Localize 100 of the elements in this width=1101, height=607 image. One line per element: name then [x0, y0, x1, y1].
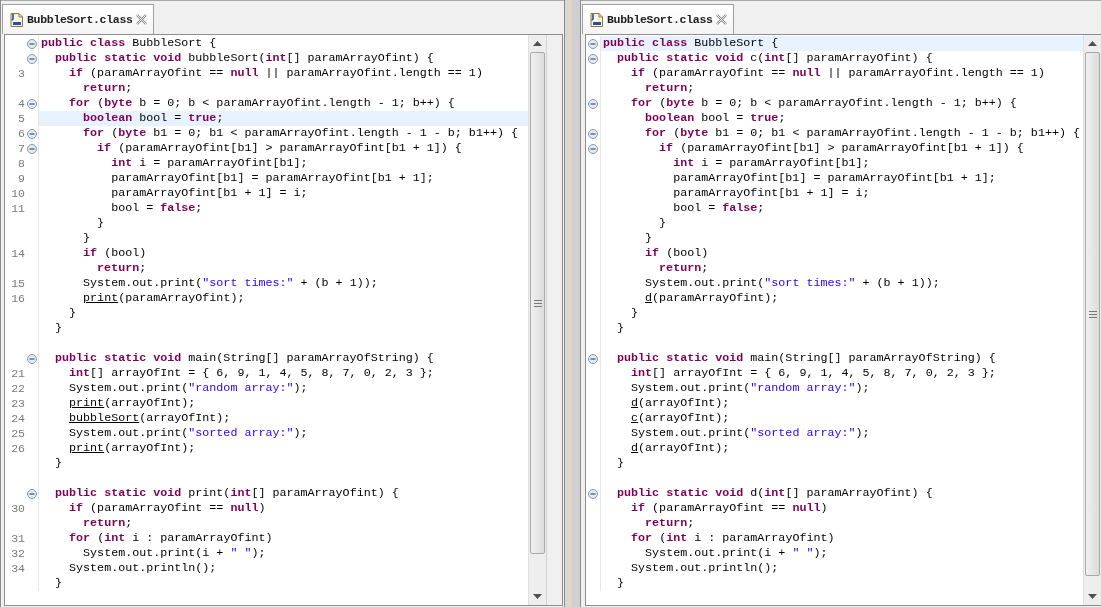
line-number: 5 — [17, 111, 25, 126]
code-line: d(arrayOfInt); — [630, 396, 731, 411]
code-line: } — [54, 456, 64, 471]
scroll-down-icon[interactable] — [1088, 594, 1097, 599]
code-line: public static void print(int[] paramArrayOfint) { — [54, 486, 400, 501]
code-line: if (paramArrayOfint == null || paramArrayOfint.length == 1) — [68, 66, 484, 81]
grip-icon — [533, 299, 542, 307]
collapse-icon[interactable] — [26, 143, 37, 154]
line-number: 24 — [10, 411, 25, 426]
code-line: for (byte b1 = 0; b1 < paramArrayOfint.length - 1 - b; b1++) { — [82, 126, 519, 141]
line-number: 10 — [10, 186, 25, 201]
collapse-icon[interactable] — [26, 488, 37, 499]
class-file-icon — [588, 11, 604, 28]
code-line: boolean bool = true; — [644, 111, 787, 126]
code-line: for (byte b = 0; b < paramArrayOfint.length - 1; b++) { — [630, 96, 1018, 111]
code-line: if (paramArrayOfint == null) — [630, 501, 829, 516]
line-number: 15 — [10, 276, 25, 291]
code-line: } — [54, 576, 64, 591]
code-line: public static void d(int[] paramArrayOfint) { — [616, 486, 934, 501]
code-line: d(arrayOfInt); — [630, 441, 731, 456]
line-number: 21 — [10, 366, 25, 381]
code-line: for (byte b = 0; b < paramArrayOfint.length - 1; b++) { — [68, 96, 456, 111]
scrollbar-thumb[interactable] — [1085, 52, 1100, 576]
collapse-icon[interactable] — [26, 128, 37, 139]
code-line: public static void main(String[] paramArrayOfString) { — [54, 351, 435, 366]
code-line: return; — [96, 261, 148, 276]
collapse-icon[interactable] — [26, 353, 37, 364]
code-line: } — [644, 231, 654, 246]
code-line: c(arrayOfInt); — [630, 411, 731, 426]
collapse-icon[interactable] — [588, 488, 598, 499]
line-number: 30 — [10, 501, 25, 516]
collapse-icon[interactable] — [588, 143, 598, 154]
code-line: } — [658, 216, 668, 231]
close-icon[interactable] — [715, 14, 727, 25]
collapse-icon[interactable] — [588, 53, 598, 64]
scrollbar[interactable] — [1083, 35, 1101, 605]
code-line: for (int i : paramArrayOfint) — [630, 531, 836, 546]
line-number: 3 — [17, 66, 25, 81]
collapse-icon[interactable] — [26, 98, 37, 109]
line-number: 7 — [17, 141, 25, 156]
code-line: System.out.print("sort times:" + (b + 1)); — [82, 276, 379, 291]
code-line: for (int i : paramArrayOfint) — [68, 531, 274, 546]
code-line: if (paramArrayOfint[b1] > paramArrayOfint[b1 + 1]) { — [96, 141, 463, 156]
code-line: int i = paramArrayOfint[b1]; — [672, 156, 871, 171]
scroll-up-icon[interactable] — [1088, 41, 1097, 46]
class-file-icon — [8, 11, 24, 28]
collapse-icon[interactable] — [26, 38, 37, 49]
code-line: bool = false; — [110, 201, 204, 216]
code-line: public class BubbleSort { — [40, 36, 218, 51]
code-line: print(arrayOfInt); — [68, 396, 197, 411]
line-number: 32 — [10, 546, 25, 561]
code-line: System.out.print("random array:"); — [630, 381, 871, 396]
collapse-icon[interactable] — [26, 53, 37, 64]
editor-tab[interactable]: BubbleSort.class — [582, 4, 734, 34]
editor-tab[interactable]: BubbleSort.class — [2, 4, 154, 34]
code-line: if (paramArrayOfint == null) — [68, 501, 267, 516]
collapse-icon[interactable] — [588, 38, 598, 49]
scrollbar-thumb[interactable] — [530, 52, 545, 554]
line-number: 26 — [10, 441, 25, 456]
code-line: if (paramArrayOfint[b1] > paramArrayOfint[b1 + 1]) { — [658, 141, 1025, 156]
code-line: } — [630, 306, 640, 321]
code-line: bool = false; — [672, 201, 766, 216]
close-icon[interactable] — [135, 14, 147, 25]
line-number: 25 — [10, 426, 25, 441]
collapse-icon[interactable] — [588, 128, 598, 139]
collapse-icon[interactable] — [588, 353, 598, 364]
code-line: } — [616, 456, 626, 471]
code-line: if (bool) — [644, 246, 710, 261]
code-line: return; — [82, 516, 134, 531]
line-number: 22 — [10, 381, 25, 396]
collapse-icon[interactable] — [588, 98, 598, 109]
scroll-up-icon[interactable] — [533, 41, 542, 46]
line-number: 34 — [10, 561, 25, 576]
scrollbar[interactable] — [528, 35, 546, 605]
code-line: } — [616, 321, 626, 336]
code-line: if (bool) — [82, 246, 148, 261]
scroll-down-icon[interactable] — [533, 594, 542, 599]
code-line: paramArrayOfint[b1 + 1] = i; — [110, 186, 309, 201]
code-line: int i = paramArrayOfint[b1]; — [110, 156, 309, 171]
code-line: print(paramArrayOfint); — [82, 291, 246, 306]
line-number: 8 — [17, 156, 25, 171]
line-number: 23 — [10, 396, 25, 411]
code-line: System.out.print("sort times:" + (b + 1)); — [644, 276, 941, 291]
code-line: int[] arrayOfInt = { 6, 9, 1, 4, 5, 8, 7, 0, 2, 3 }; — [68, 366, 435, 381]
code-line: paramArrayOfint[b1 + 1] = i; — [672, 186, 871, 201]
code-line: if (paramArrayOfint == null || paramArrayOfint.length == 1) — [630, 66, 1046, 81]
code-line: } — [54, 321, 64, 336]
line-number: 9 — [17, 171, 25, 186]
code-line: return; — [658, 261, 710, 276]
code-line: System.out.print(i + " "); — [644, 546, 829, 561]
code-line: int[] arrayOfInt = { 6, 9, 1, 4, 5, 8, 7, 0, 2, 3 }; — [630, 366, 997, 381]
code-line: System.out.print("random array:"); — [68, 381, 309, 396]
line-number: 11 — [10, 201, 25, 216]
code-line: } — [68, 306, 78, 321]
code-line: return; — [644, 81, 696, 96]
line-number: 16 — [10, 291, 25, 306]
code-line: d(paramArrayOfint); — [644, 291, 780, 306]
code-line: } — [82, 231, 92, 246]
code-line: public static void bubbleSort(int[] paramArrayOfint) { — [54, 51, 435, 66]
line-number: 14 — [10, 246, 25, 261]
